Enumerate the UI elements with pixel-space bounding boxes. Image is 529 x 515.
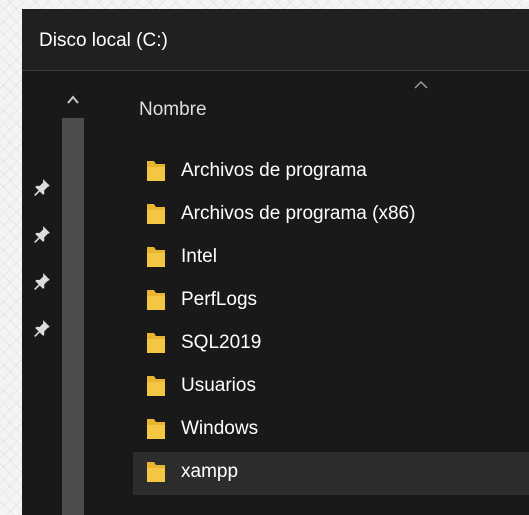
folder-icon [147, 290, 165, 310]
file-item-intel[interactable]: Intel [133, 237, 529, 280]
file-explorer-window: Disco local (C:) Nombre Archivos de prog… [22, 9, 529, 515]
file-name: Windows [181, 418, 259, 439]
scroll-up-icon[interactable] [62, 89, 84, 109]
window-title: Disco local (C:) [39, 30, 168, 51]
folder-icon [147, 161, 165, 181]
sort-ascending-icon [414, 81, 428, 89]
pin-icon[interactable] [33, 178, 51, 196]
file-name: Archivos de programa [181, 160, 367, 181]
file-name: xampp [181, 461, 239, 482]
file-item-archivos-de-programa-x86[interactable]: Archivos de programa (x86) [133, 194, 529, 237]
file-item-sql2019[interactable]: SQL2019 [133, 323, 529, 366]
file-name: Archivos de programa (x86) [181, 203, 416, 224]
folder-icon [147, 376, 165, 396]
file-name: Usuarios [181, 375, 256, 396]
file-item-windows[interactable]: Windows [133, 409, 529, 452]
folder-icon [147, 247, 165, 267]
navigation-pane [22, 71, 62, 515]
folder-icon [147, 462, 165, 482]
file-item-perflogs[interactable]: PerfLogs [133, 280, 529, 323]
pin-icon[interactable] [33, 272, 51, 290]
file-item-usuarios[interactable]: Usuarios [133, 366, 529, 409]
file-name: PerfLogs [181, 289, 258, 310]
pin-icon[interactable] [33, 319, 51, 337]
file-list: Archivos de programa Archivos de program… [133, 151, 529, 495]
folder-icon [147, 419, 165, 439]
folder-icon [147, 333, 165, 353]
scroll-thumb[interactable] [62, 118, 84, 515]
pin-icon[interactable] [33, 225, 51, 243]
file-item-archivos-de-programa[interactable]: Archivos de programa [133, 151, 529, 194]
file-list-pane: Nombre Archivos de programa Archivos de … [84, 71, 529, 515]
nav-scrollbar[interactable] [62, 71, 84, 515]
folder-icon [147, 204, 165, 224]
column-header-name[interactable]: Nombre [139, 95, 339, 125]
file-name: Intel [181, 246, 217, 267]
address-bar[interactable]: Disco local (C:) [22, 9, 529, 71]
file-name: SQL2019 [181, 332, 262, 353]
file-item-xampp[interactable]: xampp [133, 452, 529, 495]
